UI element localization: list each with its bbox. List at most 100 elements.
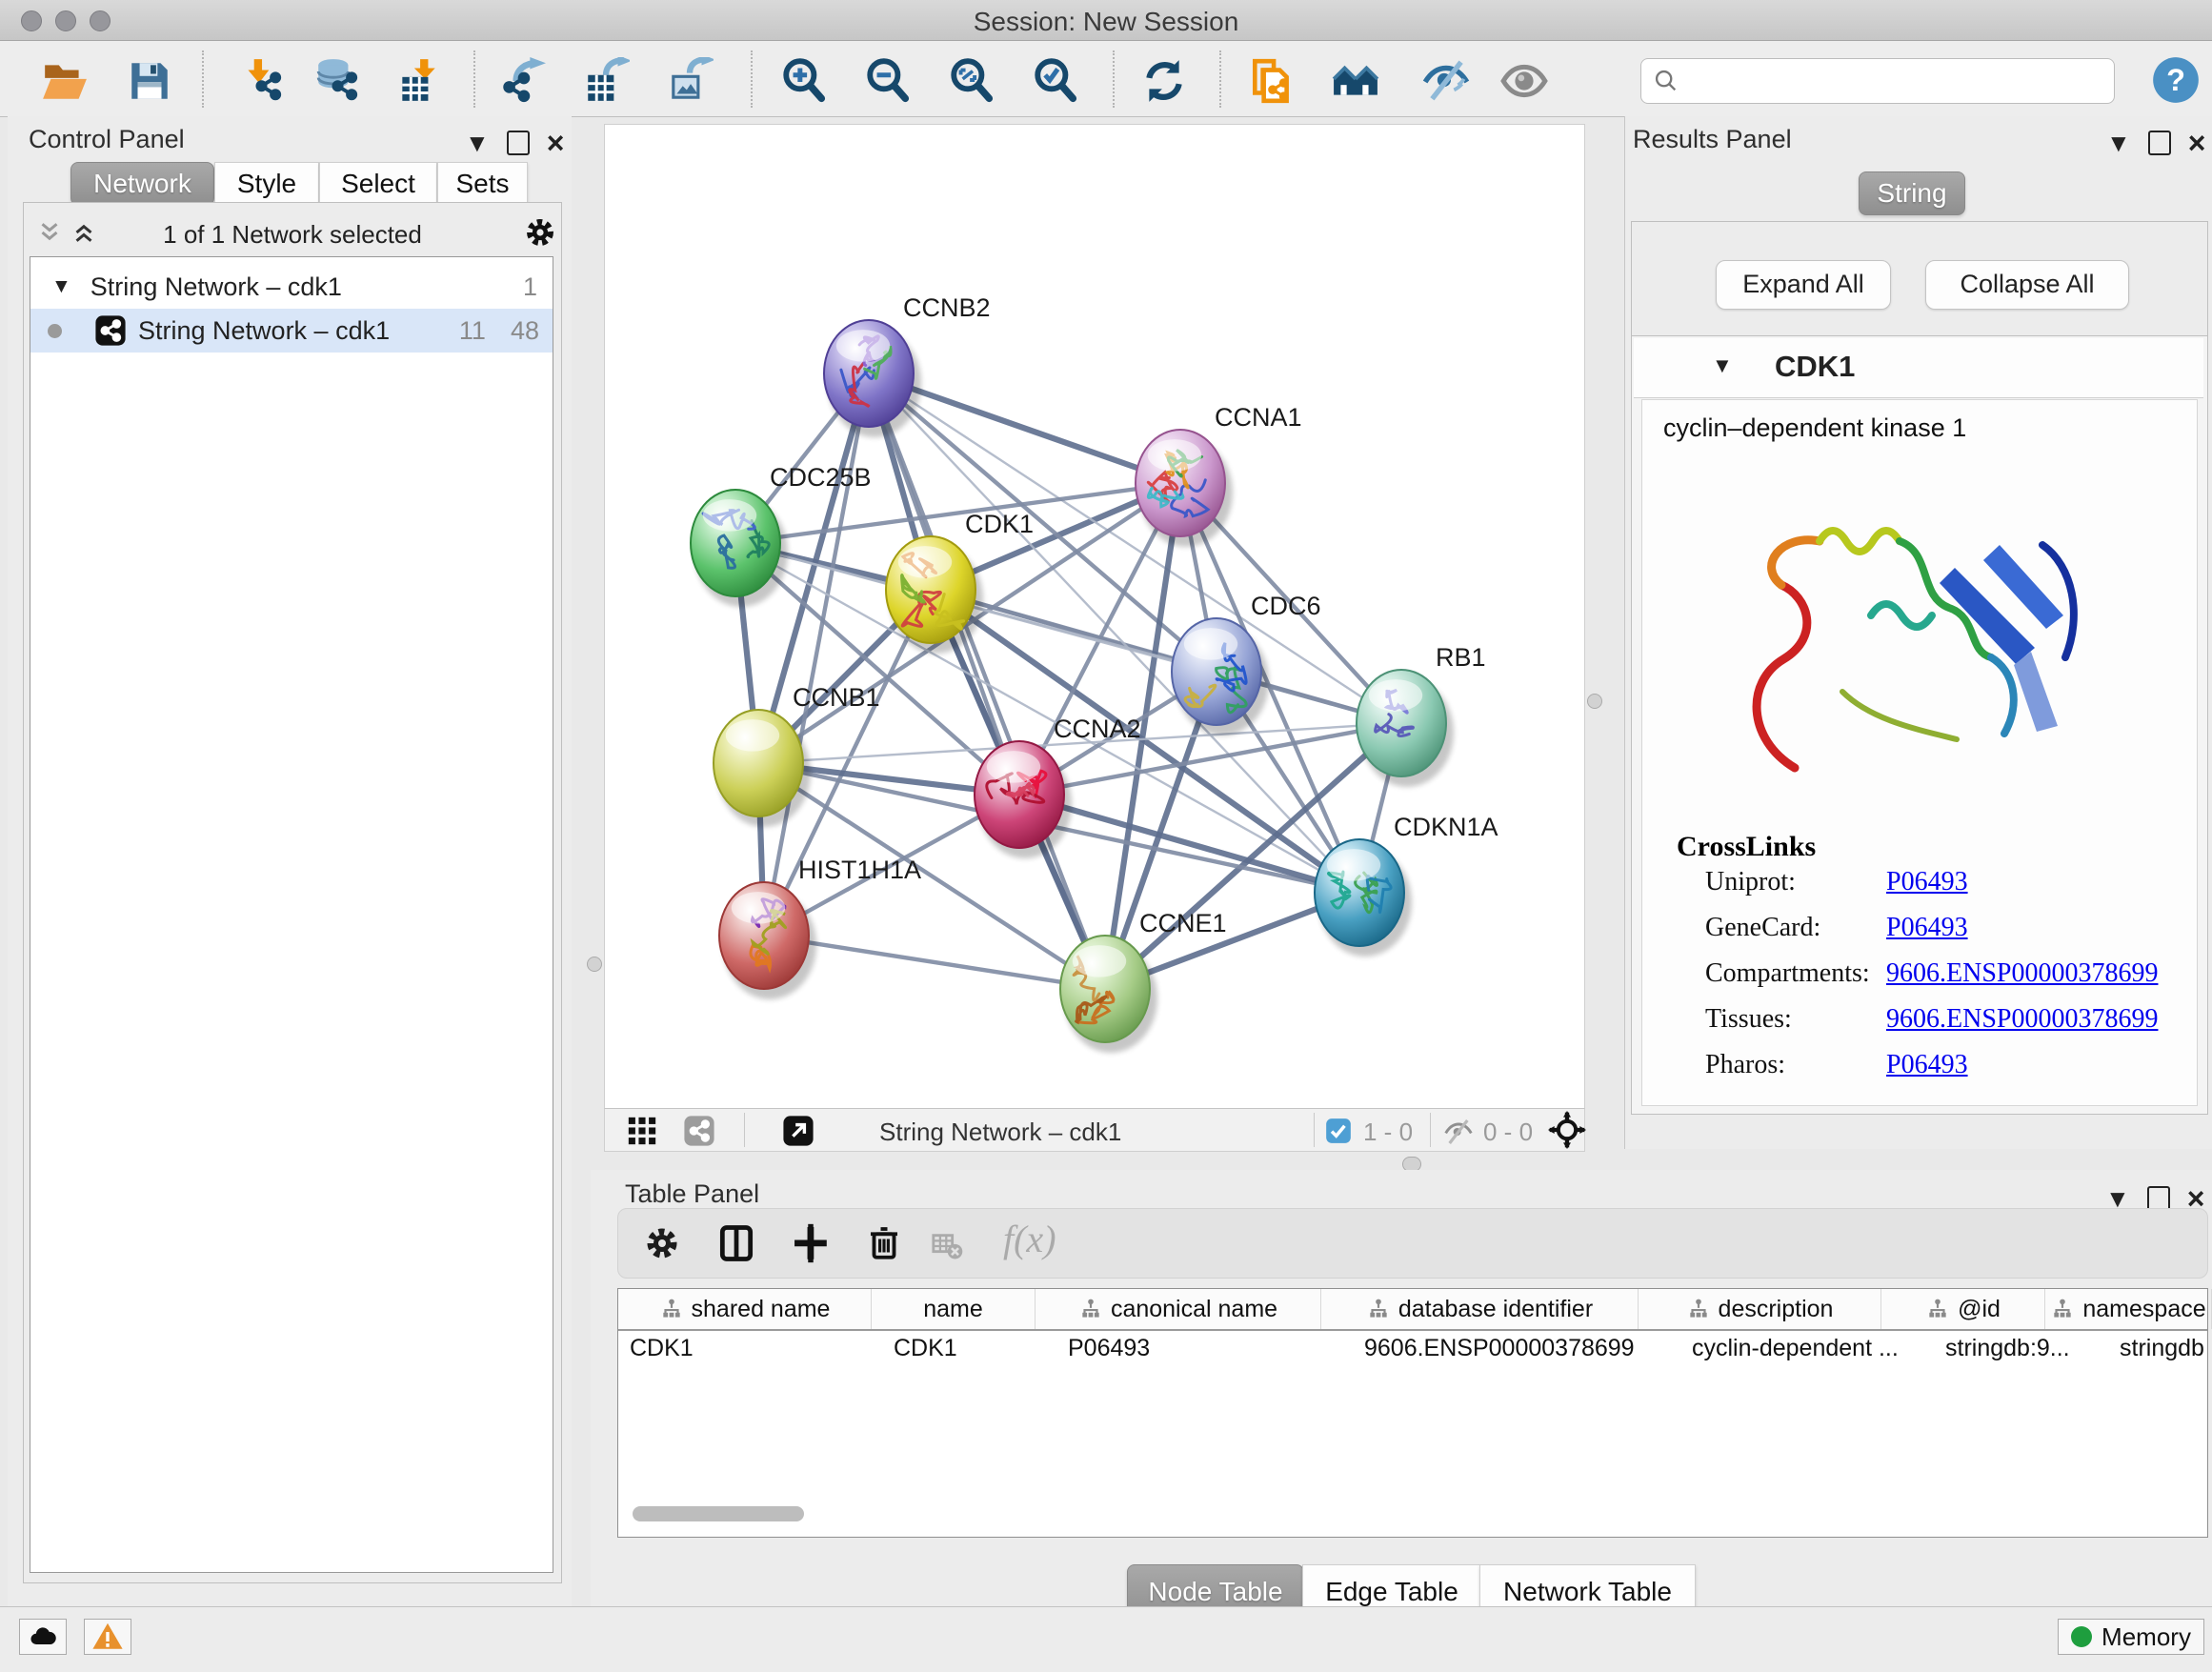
search-box[interactable]	[1640, 58, 2115, 104]
table-cell[interactable]: CDK1	[882, 1329, 1056, 1367]
results-tab-string[interactable]: String	[1859, 171, 1965, 215]
table-horizontal-scrollbar[interactable]	[633, 1506, 804, 1521]
control-panel-collapse-icon[interactable]: ▼	[465, 131, 490, 155]
network-node-RB1[interactable]: RB1	[1357, 643, 1486, 787]
import-table-icon[interactable]	[394, 57, 442, 105]
network-node-CCNE1[interactable]: CCNE1	[1060, 909, 1227, 1053]
table-cell[interactable]: CDK1	[618, 1329, 882, 1367]
column-header-sharedname[interactable]: shared name	[618, 1289, 872, 1329]
network-node-CCNB1[interactable]: CCNB1	[714, 683, 880, 827]
network-graph[interactable]: CCNB2 CCNA1 CDC25B CDK1 CDC6 RB1 CCNB1 C…	[605, 125, 1584, 1109]
table-cell[interactable]: stringdb	[2108, 1329, 2212, 1367]
crosslink-link[interactable]: P06493	[1886, 1050, 1968, 1080]
show-columns-icon[interactable]	[715, 1222, 757, 1264]
table-toolbar: f(x)	[617, 1208, 2208, 1279]
automation-cloud-button[interactable]	[19, 1619, 67, 1655]
hidden-eye-slash-icon[interactable]	[1443, 1117, 1474, 1147]
copy-pages-icon[interactable]	[1248, 57, 1296, 105]
protein-collapse-triangle-icon[interactable]: ▼	[1712, 353, 1733, 378]
crosslink-link[interactable]: P06493	[1886, 867, 1968, 897]
table-row[interactable]: CDK1CDK1P064939606.ENSP00000378699cyclin…	[618, 1329, 2207, 1367]
tree-expand-triangle-icon[interactable]: ▼	[51, 275, 71, 298]
open-session-icon[interactable]	[41, 57, 89, 105]
network-share-view-icon[interactable]	[683, 1115, 715, 1147]
memory-button[interactable]: Memory	[2058, 1619, 2204, 1655]
network-options-gear-icon[interactable]	[523, 215, 557, 250]
toolbar-separator	[751, 50, 753, 108]
column-header-canonicalname[interactable]: canonical name	[1036, 1289, 1321, 1329]
crosslink-label: Uniprot:	[1705, 867, 1796, 897]
network-node-HIST1H1A[interactable]: HIST1H1A	[719, 856, 921, 999]
node-table: shared namename canonical name database …	[617, 1288, 2208, 1538]
column-header-namespace[interactable]: namespace	[2045, 1289, 2212, 1329]
control-tab-select[interactable]: Select	[319, 162, 437, 206]
status-bar: Memory	[0, 1606, 2212, 1672]
show-eye-icon[interactable]	[1500, 57, 1548, 105]
network-tree-selected-row[interactable]: String Network – cdk1 11 48	[30, 309, 553, 353]
save-session-icon[interactable]	[126, 57, 173, 105]
export-table-icon[interactable]	[582, 57, 630, 105]
column-namespace-icon	[1925, 1297, 1950, 1321]
protein-header-row[interactable]: ▼ CDK1	[1634, 338, 2203, 398]
import-network-icon[interactable]	[237, 57, 285, 105]
grid-view-icon[interactable]	[626, 1115, 658, 1147]
column-header-databaseidentifier[interactable]: database identifier	[1321, 1289, 1639, 1329]
crosslink-link[interactable]: 9606.ENSP00000378699	[1886, 958, 2158, 989]
zoom-in-icon[interactable]	[780, 57, 828, 105]
expand-all-button[interactable]: Expand All	[1716, 260, 1891, 310]
table-cell[interactable]: P06493	[1056, 1329, 1353, 1367]
left-divider-handle[interactable]	[587, 957, 602, 972]
create-column-icon[interactable]	[790, 1222, 832, 1264]
homes-icon[interactable]	[1332, 57, 1379, 105]
table-header-row[interactable]: shared namename canonical name database …	[618, 1289, 2207, 1331]
node-label: CCNB2	[903, 293, 991, 322]
export-image-icon[interactable]	[666, 57, 714, 105]
network-node-CCNB2[interactable]: CCNB2	[824, 293, 991, 437]
export-network-icon[interactable]	[498, 57, 546, 105]
warning-icon	[91, 1621, 124, 1653]
table-gear-icon[interactable]	[643, 1224, 681, 1262]
toolbar-separator	[202, 50, 204, 108]
network-node-CDC6[interactable]: CDC6	[1172, 592, 1321, 735]
column-header-id[interactable]: @id	[1881, 1289, 2045, 1329]
results-panel-close-icon[interactable]: ×	[2188, 128, 2206, 158]
network-edge-count: 48	[511, 316, 539, 346]
crosslink-link[interactable]: 9606.ENSP00000378699	[1886, 1004, 2158, 1035]
table-cell[interactable]: cyclin-dependent ...	[1680, 1329, 1934, 1367]
results-panel-collapse-icon[interactable]: ▼	[2106, 131, 2131, 155]
control-tab-network[interactable]: Network	[70, 162, 214, 206]
results-panel-float-icon[interactable]	[2148, 131, 2171, 155]
network-node-CDKN1A[interactable]: CDKN1A	[1315, 813, 1498, 957]
zoom-fit-icon[interactable]	[948, 57, 995, 105]
control-panel-close-icon[interactable]: ×	[547, 128, 565, 158]
selected-checkbox-icon[interactable]	[1325, 1118, 1352, 1144]
toolbar-separator	[1219, 50, 1221, 108]
delete-column-trash-icon[interactable]	[864, 1222, 904, 1262]
control-panel-float-icon[interactable]	[507, 131, 530, 155]
crosslink-link[interactable]: P06493	[1886, 913, 1968, 943]
collapse-all-button[interactable]: Collapse All	[1925, 260, 2129, 310]
control-tab-style[interactable]: Style	[214, 162, 319, 206]
help-button[interactable]: ?	[2151, 55, 2201, 105]
table-cell[interactable]: stringdb:9...	[1934, 1329, 2108, 1367]
toolbar-separator	[744, 1113, 745, 1147]
right-divider-handle[interactable]	[1587, 694, 1602, 709]
network-tree-root-row[interactable]: ▼ String Network – cdk1 1	[30, 265, 553, 309]
node-label: CCNB1	[793, 683, 880, 712]
zoom-out-icon[interactable]	[864, 57, 912, 105]
warnings-button[interactable]	[84, 1619, 131, 1655]
import-database-icon[interactable]	[313, 57, 361, 105]
zoom-selected-icon[interactable]	[1032, 57, 1079, 105]
control-tab-sets[interactable]: Sets	[437, 162, 528, 206]
search-input[interactable]	[1687, 63, 2101, 99]
refresh-view-icon[interactable]	[1140, 57, 1188, 105]
network-node-CDK1[interactable]: CDK1	[886, 510, 1034, 654]
column-header-description[interactable]: description	[1639, 1289, 1881, 1329]
open-in-window-icon[interactable]	[782, 1115, 814, 1147]
hide-selected-eye-icon[interactable]	[1422, 57, 1470, 105]
network-canvas[interactable]: CCNB2 CCNA1 CDC25B CDK1 CDC6 RB1 CCNB1 C…	[604, 124, 1585, 1110]
birdseye-crosshair-icon[interactable]	[1548, 1111, 1586, 1149]
column-header-name[interactable]: name	[872, 1289, 1036, 1329]
network-node-CCNA1[interactable]: CCNA1	[1136, 403, 1302, 547]
table-cell[interactable]: 9606.ENSP00000378699	[1353, 1329, 1680, 1367]
